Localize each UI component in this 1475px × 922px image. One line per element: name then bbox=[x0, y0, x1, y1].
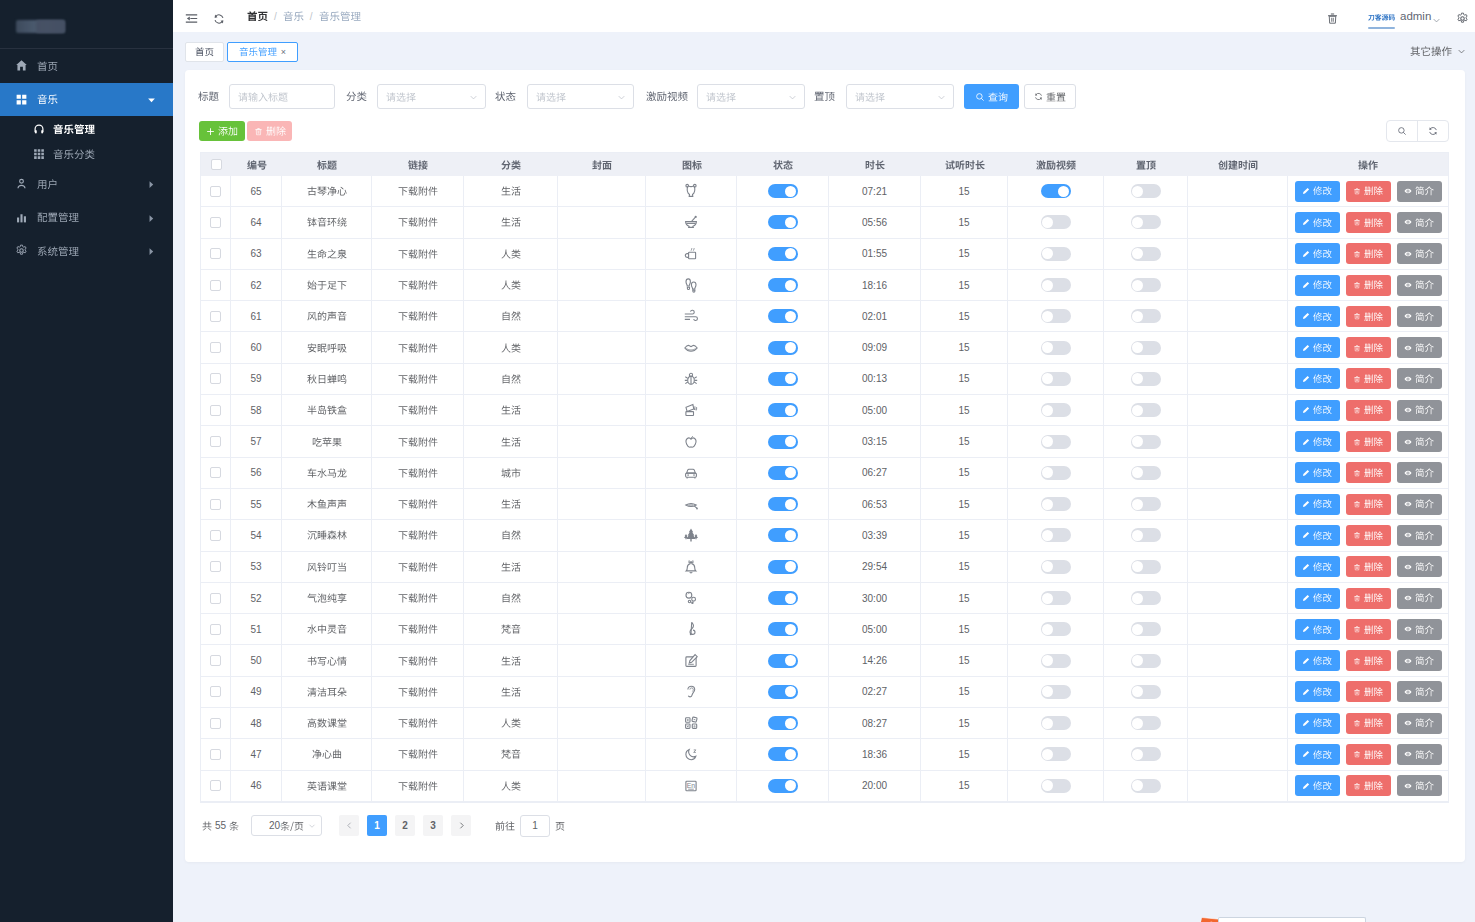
svg-text:En: En bbox=[687, 782, 696, 789]
